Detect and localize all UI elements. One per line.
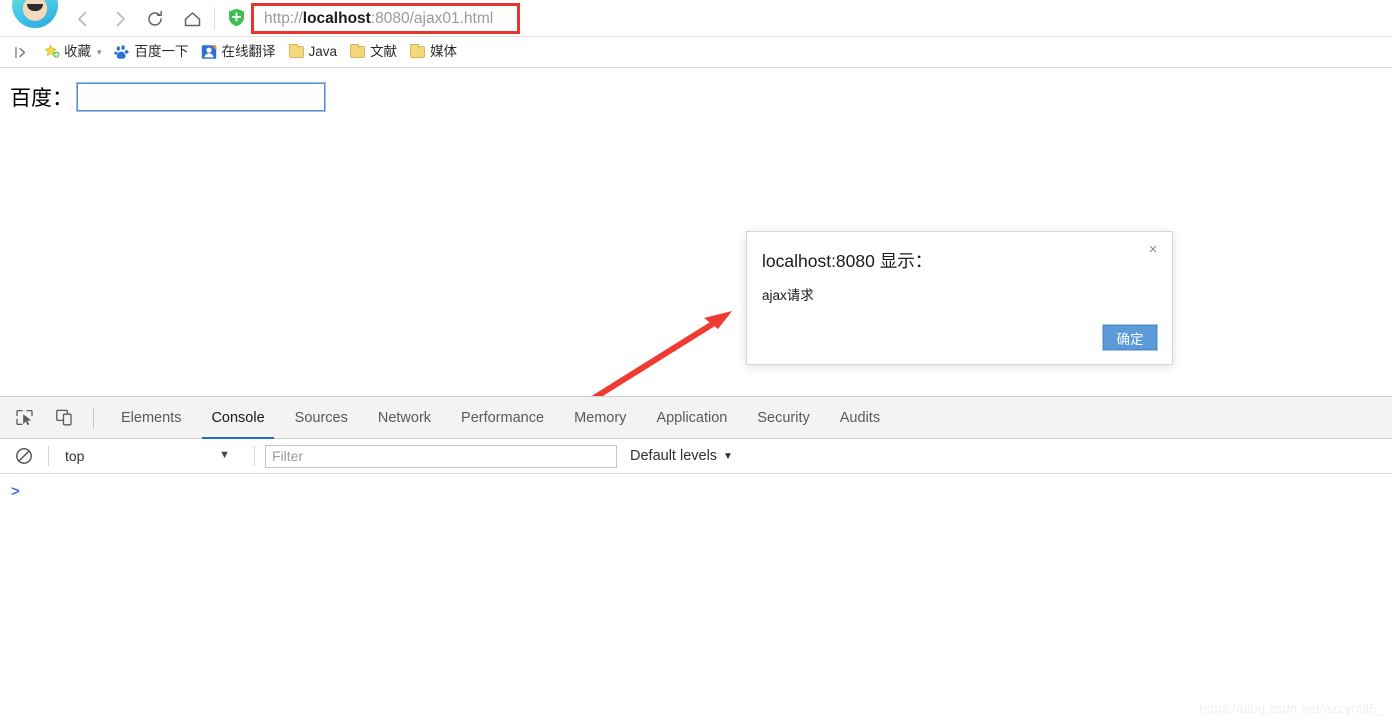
url-path: :8080/ajax01.html: [370, 9, 494, 27]
profile-avatar[interactable]: [12, 0, 58, 28]
tab-console[interactable]: Console: [196, 397, 279, 439]
folder-icon: [288, 44, 305, 61]
site-security-shield-icon[interactable]: [228, 8, 245, 27]
bookmark-item-baidu[interactable]: 百度一下: [109, 40, 194, 64]
chevron-down-icon: ▾: [97, 46, 102, 57]
bookmark-label: 文献: [370, 44, 398, 60]
bookmarks-bar: 收藏 ▾ 百度一下 在线翻译 Java 文献 媒体: [0, 37, 1392, 68]
tab-elements[interactable]: Elements: [106, 397, 196, 439]
tab-label: Application: [656, 409, 728, 426]
back-arrow-icon: [72, 8, 94, 30]
console-levels-label: Default levels: [630, 448, 718, 464]
browser-toolbar: http://localhost:8080/ajax01.html: [0, 0, 1392, 37]
javascript-alert-dialog: × localhost:8080 显示： ajax请求 确定: [746, 231, 1173, 365]
baidu-search-input[interactable]: [76, 82, 326, 112]
tab-label: Elements: [121, 409, 182, 426]
home-button[interactable]: [177, 4, 207, 34]
bookmark-folder-literature[interactable]: 文献: [344, 40, 402, 64]
forward-button[interactable]: [105, 4, 135, 34]
console-toolbar-divider-2: [254, 446, 255, 466]
tab-application[interactable]: Application: [641, 397, 742, 439]
tab-memory[interactable]: Memory: [559, 397, 641, 439]
bookmark-folder-java[interactable]: Java: [283, 40, 343, 64]
console-levels-dropdown[interactable]: Default levels ▼: [630, 448, 733, 464]
home-icon: [182, 9, 203, 30]
tab-label: Network: [377, 409, 432, 426]
devtools-toolbar-divider: [93, 406, 94, 429]
console-toolbar: top ▼ Default levels ▼: [0, 439, 1392, 474]
tab-security[interactable]: Security: [742, 397, 824, 439]
devtools-tabbar: Elements Console Sources Network Perform…: [0, 397, 1392, 439]
back-button[interactable]: [68, 4, 98, 34]
tab-label: Audits: [839, 409, 881, 426]
star-icon: [43, 44, 60, 61]
tab-audits[interactable]: Audits: [825, 397, 895, 439]
console-toolbar-divider: [48, 446, 49, 466]
tab-label: Sources: [294, 409, 348, 426]
console-prompt[interactable]: >: [11, 484, 20, 499]
bookmark-label: 收藏: [64, 44, 91, 60]
console-context-selector[interactable]: top ▼: [59, 444, 244, 468]
reload-icon: [145, 9, 165, 29]
annotation-arrow: [580, 298, 760, 396]
url-highlight-box: http://localhost:8080/ajax01.html: [251, 3, 520, 34]
bookmark-item-favorites[interactable]: 收藏 ▾: [38, 40, 107, 64]
watermark-text: https://blog.csdn.net/nzzynl95_: [1199, 701, 1384, 716]
url-scheme: http://: [264, 9, 303, 27]
dialog-message: ajax请求: [762, 288, 814, 303]
bookmarks-overflow-icon[interactable]: [10, 41, 32, 63]
devtools-panel: Elements Console Sources Network Perform…: [0, 396, 1392, 722]
reload-button[interactable]: [140, 4, 170, 34]
page-viewport: 百度： × localhost:8080 显示： ajax请求 确定: [0, 68, 1392, 396]
console-filter-input[interactable]: [265, 444, 617, 468]
folder-icon: [409, 44, 426, 61]
tab-performance[interactable]: Performance: [446, 397, 559, 439]
url-host: localhost: [302, 9, 371, 27]
bookmark-label: Java: [308, 44, 338, 60]
bookmark-label: 在线翻译: [221, 44, 276, 60]
baidu-paw-icon: [114, 44, 131, 61]
dialog-ok-button[interactable]: 确定: [1102, 324, 1158, 351]
tab-network[interactable]: Network: [363, 397, 446, 439]
bookmark-label: 百度一下: [134, 44, 189, 60]
tab-label: Memory: [574, 409, 627, 426]
tab-label: Console: [211, 409, 265, 426]
close-icon[interactable]: ×: [1143, 239, 1163, 259]
dialog-title: localhost:8080 显示：: [762, 251, 933, 271]
baidu-field-label: 百度：: [10, 87, 73, 110]
translate-icon: [201, 44, 218, 61]
address-bar-url[interactable]: http://localhost:8080/ajax01.html: [264, 10, 493, 28]
bookmark-folder-media[interactable]: 媒体: [404, 40, 462, 64]
tab-label: Performance: [461, 409, 545, 426]
chevron-down-icon: ▼: [723, 450, 733, 462]
prompt-chevron-icon: >: [11, 483, 20, 500]
clear-console-icon[interactable]: [10, 442, 38, 470]
forward-arrow-icon: [109, 8, 131, 30]
console-context-value: top: [65, 448, 85, 464]
device-toolbar-icon[interactable]: [49, 404, 79, 432]
chevron-down-icon: ▼: [219, 449, 230, 461]
toolbar-divider: [214, 7, 215, 30]
inspect-element-icon[interactable]: [9, 404, 39, 432]
bookmark-item-translate[interactable]: 在线翻译: [196, 40, 281, 64]
bookmark-label: 媒体: [430, 44, 458, 60]
tab-label: Security: [757, 409, 810, 426]
baidu-form-row: 百度：: [10, 82, 326, 112]
folder-icon: [349, 44, 366, 61]
console-output-area[interactable]: >: [0, 474, 1392, 721]
tab-sources[interactable]: Sources: [280, 397, 363, 439]
